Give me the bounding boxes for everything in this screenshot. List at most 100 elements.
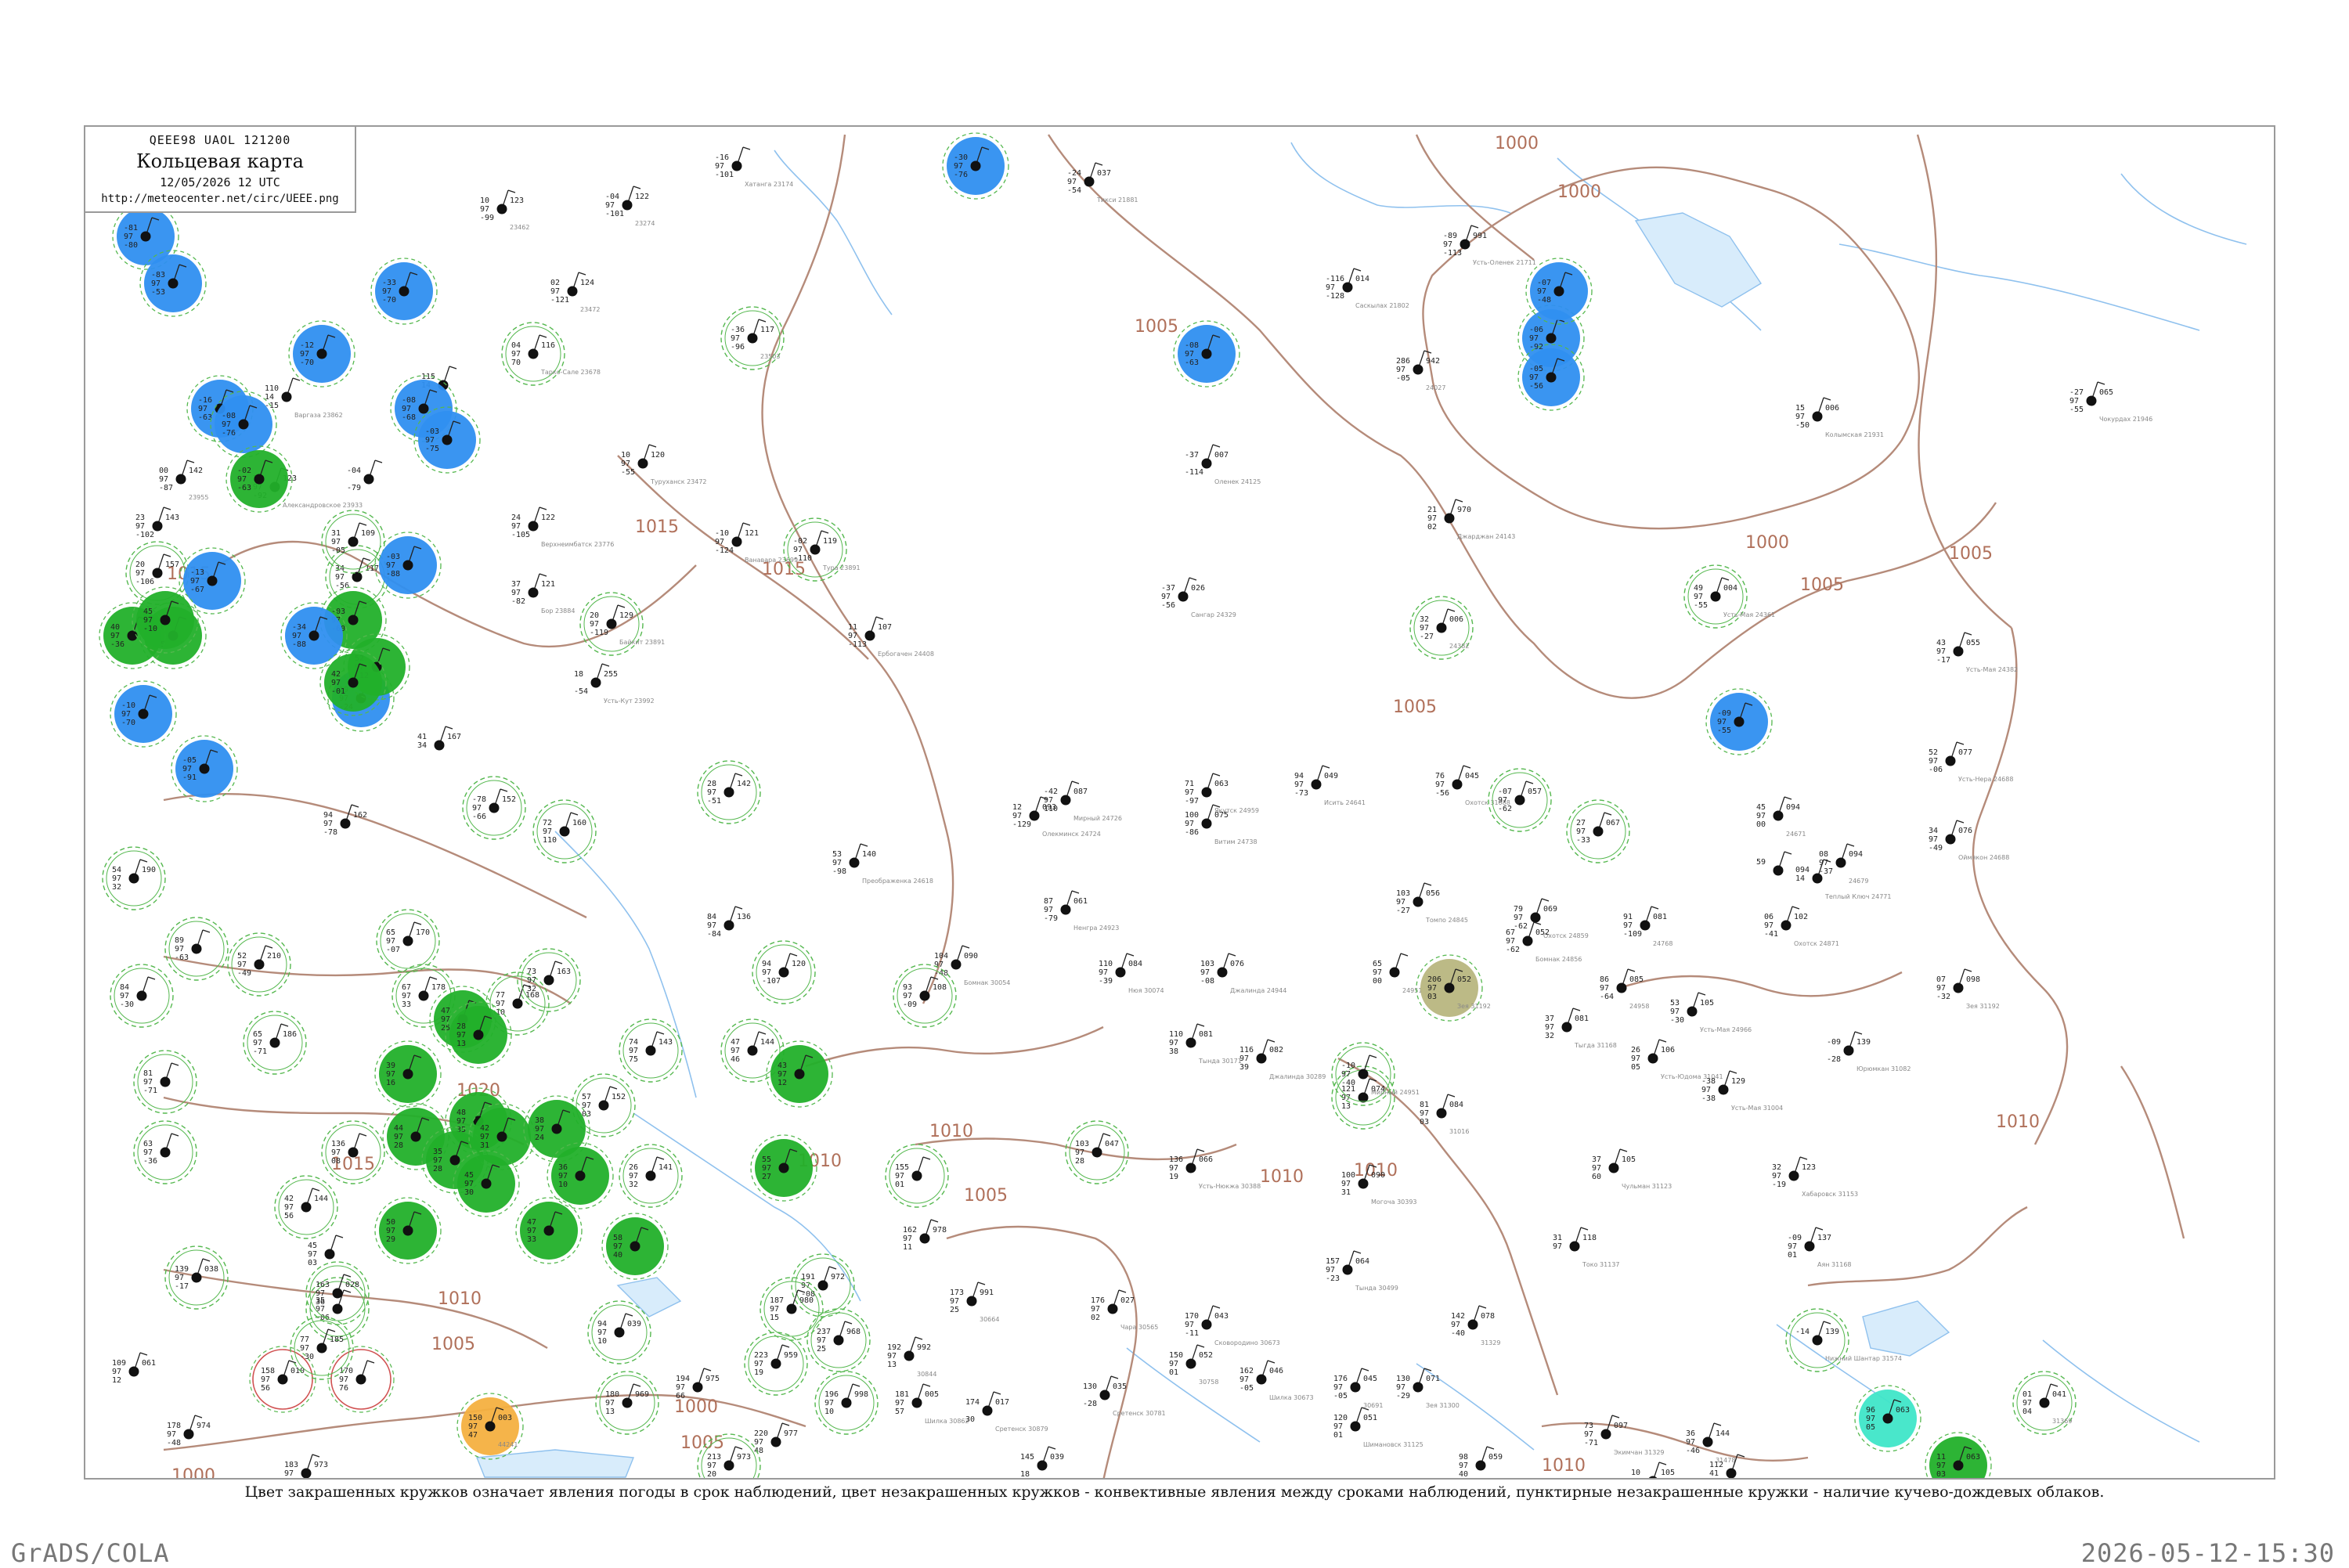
station-marker[interactable]: 1929713 992 30844	[887, 1336, 936, 1378]
station-marker[interactable]: 9497-78 162	[323, 804, 367, 837]
station-marker[interactable]: -3697-96 117 23503	[720, 306, 785, 370]
station-marker[interactable]: -1697-101 Хатанга 23174	[715, 146, 793, 188]
station-marker[interactable]: 183972297344230	[284, 1454, 334, 1480]
station-marker[interactable]: -11697-128 014 Саскылах 21802	[1326, 268, 1409, 309]
station-marker[interactable]: 379732 081 Тыгда 31168	[1545, 1007, 1617, 1049]
station-marker[interactable]: -1297-70	[288, 320, 355, 387]
station-marker[interactable]: 019704 041 31369	[2012, 1371, 2077, 1435]
station-marker[interactable]: -3397-70	[370, 258, 438, 325]
station-marker[interactable]: 429756 144	[274, 1175, 338, 1239]
station-marker[interactable]: -0997-55	[1705, 688, 1773, 755]
station-marker[interactable]: 2239719 959	[744, 1332, 808, 1396]
station-marker[interactable]: -0497-101 122 23274	[605, 186, 655, 227]
station-marker[interactable]: 1097-99 123 23462	[480, 189, 529, 231]
station-marker[interactable]: 1949766 975	[676, 1368, 720, 1400]
station-marker[interactable]: -1097-70	[110, 680, 177, 748]
station-marker[interactable]: 559727	[750, 1134, 817, 1202]
station-marker[interactable]: 269732 141	[619, 1144, 683, 1208]
station-marker[interactable]: 459700 094 24671	[1756, 796, 1806, 838]
station-marker[interactable]: 0697-41 102 Охотск 24871	[1764, 906, 1839, 947]
station-marker[interactable]: 10397-08 076 Джалинда 24944	[1200, 953, 1286, 994]
station-marker[interactable]: 969705 063	[1854, 1385, 1921, 1452]
station-marker[interactable]: 2397-102 143	[135, 506, 179, 539]
station-marker[interactable]: -0897-63	[1173, 320, 1240, 387]
station-marker[interactable]: 1969710 998	[814, 1371, 879, 1435]
station-marker[interactable]: 1369708	[321, 1120, 385, 1184]
station-marker[interactable]: 2797-33 067	[1566, 799, 1630, 863]
station-marker[interactable]: 174 30 017 Сретенск 30879	[965, 1391, 1048, 1433]
station-marker[interactable]: -3797-56 026 Сангар 24329	[1161, 577, 1236, 618]
station-marker[interactable]: -2797-55 065 Чокурдах 21946	[2069, 381, 2152, 423]
station-marker[interactable]: 1739725 991 30664	[950, 1281, 999, 1323]
station-marker[interactable]: 4134 167	[417, 726, 461, 751]
station-marker[interactable]: 15797-23 064 Тында 30499	[1326, 1250, 1398, 1292]
station-marker[interactable]: 1109738 081 Тында 30171	[1169, 1023, 1242, 1065]
station-marker[interactable]: -099701 137 Аян 31168	[1788, 1227, 1852, 1268]
station-marker[interactable]: -4297110 087 Мирный 24726	[1044, 780, 1122, 822]
station-marker[interactable]: 549732 190	[102, 846, 166, 910]
station-marker[interactable]: 7797-30 185	[290, 1316, 354, 1380]
station-marker[interactable]: 989740059Белогорск 31388	[1459, 1446, 1545, 1480]
station-marker[interactable]: 6397-36	[133, 1120, 197, 1184]
station-marker[interactable]: 17697-05 045 30691	[1333, 1368, 1383, 1409]
station-marker[interactable]: 7197-97063Якутск 24959	[1185, 773, 1259, 814]
station-marker[interactable]: 3797-82 121 Бор 23884	[511, 573, 575, 615]
station-marker[interactable]: 439712	[766, 1040, 833, 1108]
station-marker[interactable]: 2069703 052 Зея 31192	[1416, 954, 1491, 1022]
station-marker[interactable]: 1369719 066 Усть-Нюкжа 30388	[1169, 1148, 1261, 1190]
station-marker[interactable]: 9497-107 120	[752, 940, 816, 1004]
station-marker[interactable]: 1597-50 006 Колымская 21931	[1795, 397, 1884, 438]
station-marker[interactable]: 28697-05 942 24027	[1396, 350, 1445, 391]
station-marker[interactable]: 7297110 160	[532, 799, 597, 863]
station-marker[interactable]: 659700 24951	[1373, 953, 1422, 994]
station-marker[interactable]: 1209701 051 Шимановск 31125	[1333, 1407, 1423, 1448]
station-marker[interactable]: 949710 039	[587, 1300, 651, 1364]
station-marker[interactable]: 119703 063	[1925, 1432, 1992, 1480]
station-marker[interactable]: -3097-76	[942, 132, 1009, 200]
station-marker[interactable]: 10397-27 056 Томпо 24845	[1396, 882, 1468, 924]
station-marker[interactable]: 0297-121 124 23472	[550, 272, 600, 313]
station-marker[interactable]: -0597-91	[171, 735, 238, 802]
station-marker[interactable]: 0897-3709424679	[1819, 843, 1868, 885]
station-marker[interactable]: 1099712 061	[112, 1352, 156, 1385]
station-marker[interactable]: 5397-98 140 Преображенка 24618	[832, 843, 933, 885]
station-marker[interactable]: 8497-30	[110, 964, 174, 1028]
station-marker[interactable]: 1629711 978	[903, 1219, 947, 1252]
station-marker[interactable]: 4397-17 055 Усть-Мая 24382	[1936, 632, 2018, 673]
station-marker[interactable]: 7997-62 069 Охотск 24859	[1514, 898, 1589, 939]
station-marker[interactable]: 1639736 028	[305, 1261, 370, 1325]
station-marker[interactable]: 6597-07 170	[376, 909, 440, 973]
station-marker[interactable]: 8997-63	[164, 917, 229, 981]
station-marker[interactable]: 4997-55 004 Усть-Мая 24361	[1683, 564, 1775, 629]
station-marker[interactable]: -2497-54 037 Тикси 21881	[1067, 162, 1138, 204]
station-marker[interactable]: 2209748 977	[754, 1422, 798, 1455]
station-marker[interactable]: 11097-39 084 Нюя 30074	[1099, 953, 1164, 994]
station-marker[interactable]: 399716	[374, 1040, 442, 1108]
station-marker[interactable]: 8797-79 061 Ненгра 24923	[1044, 890, 1119, 932]
station-marker[interactable]: 2497-105 122 Верхнеимбатск 23776	[511, 506, 614, 548]
station-marker[interactable]: 6597-71 186	[243, 1011, 307, 1075]
station-marker[interactable]: 1509701 052 30758	[1169, 1344, 1218, 1386]
station-marker[interactable]: -0797-62 057	[1488, 768, 1552, 832]
station-marker[interactable]: 5397-30 105 Усть-Мая 24966	[1670, 992, 1752, 1033]
station-marker[interactable]: 1097-55 120 Туруханск 23472	[621, 444, 707, 485]
station-marker[interactable]: 59	[1756, 851, 1792, 876]
station-marker[interactable]: 13997-17 038	[164, 1245, 229, 1310]
station-marker[interactable]: 8497-84 136	[707, 906, 751, 939]
station-marker[interactable]: 269705106Усть-Юдома 31041	[1631, 1039, 1723, 1080]
station-marker[interactable]: -0397-88	[374, 532, 442, 599]
station-marker[interactable]: 2379725 968	[806, 1308, 871, 1372]
station-marker[interactable]: -7897-66 152	[462, 776, 526, 840]
station-marker[interactable]: 11014-15Варгаза 23862	[265, 377, 343, 419]
station-marker[interactable]: 0797-32 098 Зея 31192	[1936, 968, 2000, 1010]
station-marker[interactable]: 749775 143	[619, 1018, 683, 1083]
station-marker[interactable]: 3497-49 076 Оймякон 24688	[1929, 820, 2009, 861]
station-marker[interactable]: 049770 116 Тарко-Сале 23678	[501, 322, 601, 386]
station-marker[interactable]: 3197-05 109	[321, 510, 385, 574]
station-marker[interactable]: 459703	[308, 1235, 344, 1267]
station-marker[interactable]: 1559701	[885, 1144, 949, 1208]
station-marker[interactable]: 13097-29 071 Зея 31300	[1396, 1368, 1460, 1409]
station-marker[interactable]: 19197-08972	[791, 1253, 855, 1317]
station-marker[interactable]: 9497-73 049 Исить 24641	[1294, 765, 1366, 806]
station-marker[interactable]: 10497-48090Бомнак 30054	[934, 945, 1010, 986]
